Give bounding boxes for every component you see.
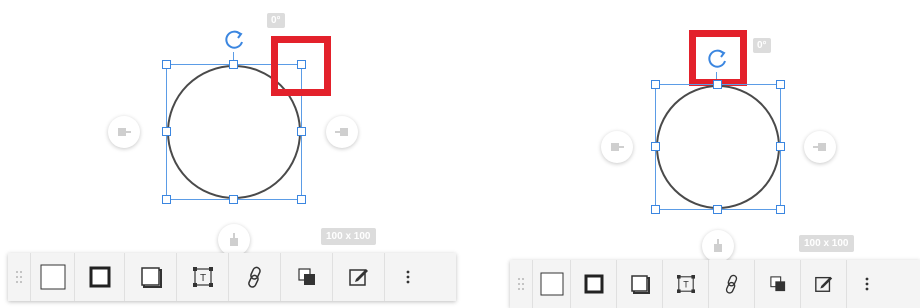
resize-handle-bottom-right[interactable] — [776, 205, 785, 214]
circle-shape[interactable] — [656, 85, 780, 209]
more-options-button[interactable] — [846, 260, 886, 308]
thick-border-square-icon — [89, 266, 110, 288]
resize-handle-bottom[interactable] — [713, 205, 722, 214]
shadow-square-icon — [140, 267, 162, 288]
resize-handle-bottom[interactable] — [229, 195, 238, 204]
no-border-button[interactable] — [30, 253, 74, 301]
svg-text:T: T — [683, 280, 689, 290]
rotation-angle-badge: 0° — [267, 13, 285, 28]
shadow-button[interactable] — [616, 260, 662, 308]
text-frame-button[interactable]: T — [662, 260, 708, 308]
edit-style-icon — [814, 276, 832, 292]
resize-handle-right[interactable] — [776, 142, 785, 151]
link-button[interactable] — [228, 253, 280, 301]
thick-border-button[interactable] — [74, 253, 124, 301]
text-frame-button[interactable]: T — [176, 253, 228, 301]
resize-handle-bottom-left[interactable] — [162, 195, 171, 204]
shape-toolbar: T — [8, 253, 456, 301]
drag-grip-icon[interactable] — [510, 260, 532, 308]
more-options-icon — [865, 277, 868, 291]
connector-bottom-icon[interactable] — [702, 230, 734, 262]
text-frame-icon: T — [192, 267, 213, 287]
rotate-handle-icon[interactable] — [220, 26, 248, 54]
link-icon — [725, 274, 737, 294]
layers-button[interactable] — [280, 253, 332, 301]
left-canvas-panel: 0° 100 x 100 T — [0, 0, 460, 307]
rotation-angle-badge: 0° — [753, 38, 771, 53]
resize-handle-top[interactable] — [713, 80, 722, 89]
shadow-button[interactable] — [124, 253, 176, 301]
shadow-square-icon — [630, 275, 650, 294]
svg-text:T: T — [199, 273, 205, 284]
layers-button[interactable] — [754, 260, 800, 308]
resize-handle-left[interactable] — [651, 142, 660, 151]
thick-border-square-icon — [584, 274, 603, 294]
resize-handle-right[interactable] — [297, 127, 306, 136]
layers-icon — [297, 268, 315, 285]
connector-bottom-icon[interactable] — [218, 224, 250, 256]
connector-left-icon[interactable] — [108, 116, 140, 148]
resize-handle-top-right[interactable] — [776, 80, 785, 89]
more-options-button[interactable] — [384, 253, 430, 301]
connector-right-icon[interactable] — [326, 116, 358, 148]
connector-right-icon[interactable] — [804, 131, 836, 163]
resize-handle-left[interactable] — [162, 127, 171, 136]
dimension-badge: 100 x 100 — [321, 228, 376, 245]
resize-handle-top[interactable] — [229, 60, 238, 69]
edit-style-button[interactable] — [332, 253, 384, 301]
edit-style-button[interactable] — [800, 260, 846, 308]
link-button[interactable] — [708, 260, 754, 308]
resize-handle-bottom-right[interactable] — [297, 195, 306, 204]
highlight-box — [271, 36, 331, 96]
thick-border-button[interactable] — [570, 260, 616, 308]
highlight-box — [689, 30, 747, 86]
drag-grip-icon[interactable] — [8, 253, 30, 301]
no-border-square-icon — [540, 272, 563, 296]
more-options-icon — [406, 270, 409, 284]
resize-handle-bottom-left[interactable] — [651, 205, 660, 214]
resize-handle-top-left[interactable] — [162, 60, 171, 69]
link-icon — [247, 266, 261, 288]
no-border-button[interactable] — [532, 260, 570, 308]
no-border-square-icon — [40, 264, 65, 290]
right-canvas-panel: 0° 100 x 100 T — [460, 0, 920, 308]
edit-style-icon — [348, 269, 368, 286]
text-frame-icon: T — [676, 275, 695, 293]
layers-icon — [769, 276, 785, 292]
connector-left-icon[interactable] — [601, 131, 633, 163]
resize-handle-top-left[interactable] — [651, 80, 660, 89]
shape-toolbar: T — [510, 260, 920, 308]
dimension-badge: 100 x 100 — [799, 235, 854, 252]
